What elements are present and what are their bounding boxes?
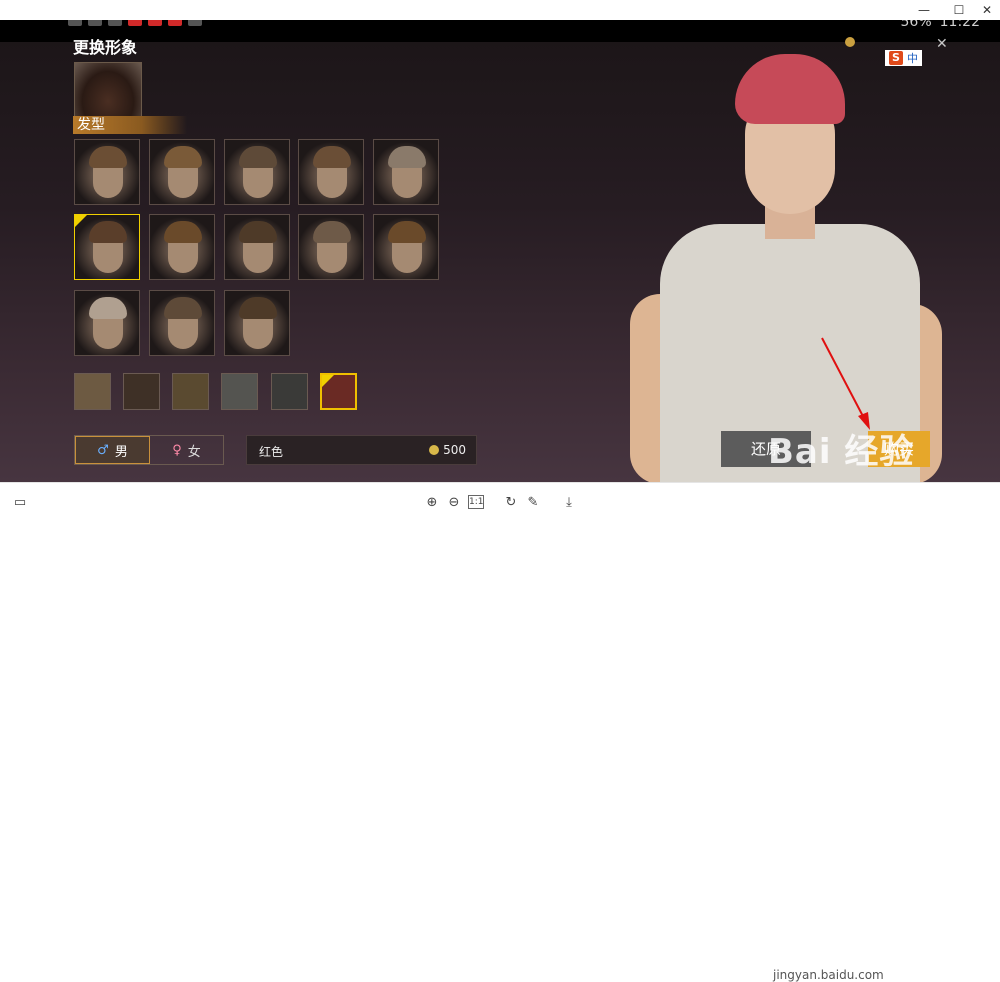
- download-icon[interactable]: ⤓: [561, 495, 577, 511]
- viewer-toolbar: ▭ ⊕ ⊖ 1:1 ↻ ✎ ⤓ jingyan.baidu.com: [0, 482, 1000, 982]
- actual-size-icon[interactable]: 1:1: [468, 495, 484, 509]
- minimize-button[interactable]: —: [909, 0, 939, 20]
- edit-icon[interactable]: ✎: [525, 495, 541, 511]
- ime-toolbar[interactable]: S 中: [885, 50, 922, 66]
- rotate-icon[interactable]: ↻: [503, 495, 519, 511]
- close-window-button[interactable]: ✕: [972, 0, 1000, 20]
- maximize-button[interactable]: ☐: [944, 0, 974, 20]
- zoom-out-icon[interactable]: ⊖: [446, 495, 462, 511]
- currency-icon: [845, 37, 855, 47]
- image-viewer-canvas: 56% 11:22 更换形象 发型 ♂ 男 ♀ 女 红色 500 还原 购买 ✕…: [0, 20, 1000, 482]
- sogou-icon: S: [889, 51, 903, 65]
- baidu-watermark: Bai 经验: [768, 432, 915, 472]
- zoom-in-icon[interactable]: ⊕: [424, 495, 440, 511]
- annotation-arrow-icon: [821, 337, 870, 430]
- window-titlebar: — ☐ ✕: [0, 0, 1000, 20]
- layout-icon[interactable]: ▭: [12, 495, 28, 511]
- watermark-url: jingyan.baidu.com: [773, 968, 884, 982]
- close-icon[interactable]: ✕: [936, 36, 948, 52]
- ime-mode: 中: [907, 52, 918, 65]
